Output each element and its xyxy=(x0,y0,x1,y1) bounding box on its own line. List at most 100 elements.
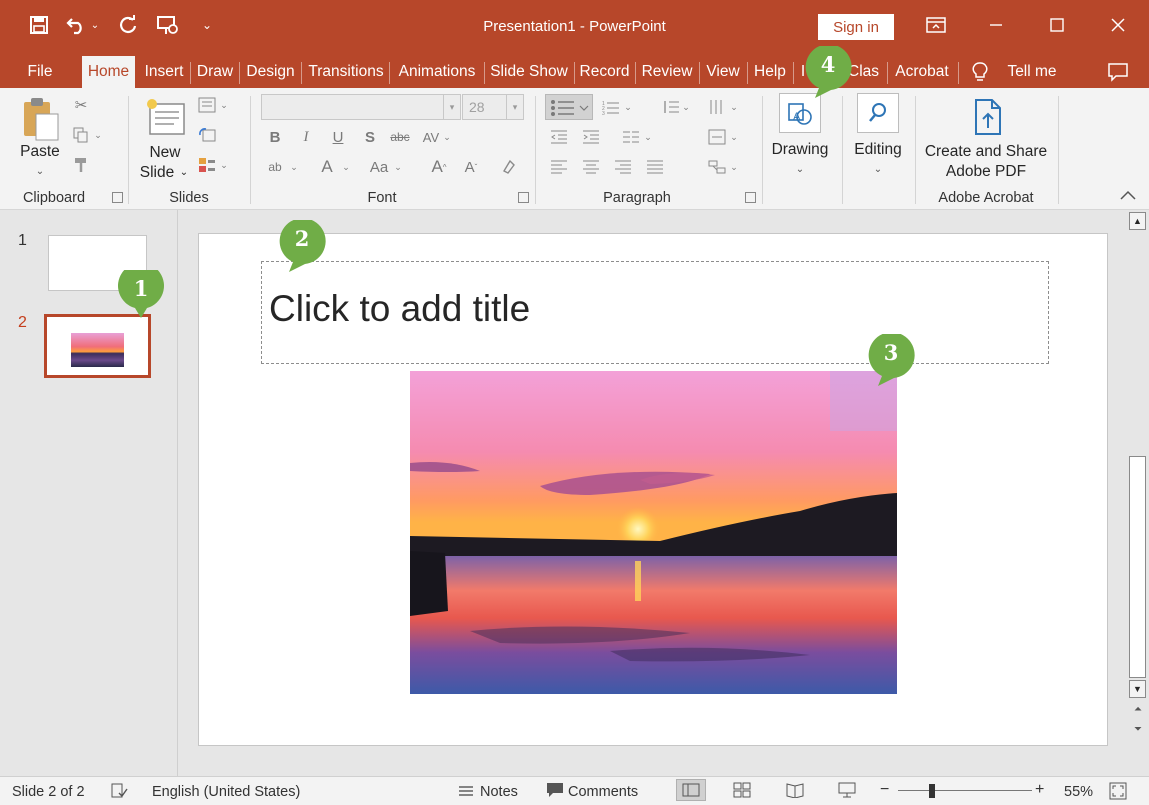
zoom-slider-track[interactable] xyxy=(898,790,1032,791)
section-dropdown-icon[interactable]: ⌄ xyxy=(218,154,230,176)
copy-dropdown-icon[interactable]: ⌄ xyxy=(92,124,104,146)
smartart-dropdown-icon[interactable]: ⌄ xyxy=(728,156,740,178)
new-slide-icon[interactable] xyxy=(144,96,186,140)
vertical-scrollbar[interactable]: ▲ ▼ ⏶ ⏷ xyxy=(1127,210,1149,776)
copy-icon[interactable] xyxy=(70,124,92,146)
minimize-icon[interactable] xyxy=(981,10,1011,40)
layout-dropdown-icon[interactable]: ⌄ xyxy=(218,94,230,116)
previous-slide-icon[interactable]: ⏶ xyxy=(1131,704,1145,720)
new-slide-label-2[interactable]: Slide xyxy=(134,163,180,183)
line-spacing-dropdown-icon[interactable]: ⌄ xyxy=(680,96,692,118)
zoom-out-icon[interactable]: − xyxy=(880,781,889,799)
font-color-icon[interactable]: A xyxy=(316,156,338,178)
paste-dropdown-icon[interactable]: ⌄ xyxy=(16,162,64,182)
comments-icon[interactable] xyxy=(546,782,564,802)
line-spacing-icon[interactable] xyxy=(660,96,682,118)
underline-icon[interactable]: U xyxy=(327,126,349,148)
slide[interactable]: Click to add title xyxy=(198,233,1108,746)
columns-dropdown-icon[interactable]: ⌄ xyxy=(642,126,654,148)
ribbon-display-options-icon[interactable] xyxy=(921,10,951,40)
font-launcher-icon[interactable] xyxy=(518,192,529,203)
comments-button[interactable]: Comments xyxy=(568,784,638,800)
font-size-combo[interactable]: 28 ▾ xyxy=(462,94,524,120)
tab-insert[interactable]: Insert xyxy=(140,56,188,88)
tab-transitions[interactable]: Transitions xyxy=(305,56,387,88)
next-slide-icon[interactable]: ⏷ xyxy=(1131,724,1145,740)
paste-icon[interactable] xyxy=(20,96,62,144)
align-center-icon[interactable] xyxy=(580,156,602,178)
justify-icon[interactable] xyxy=(644,156,666,178)
chevron-down-icon[interactable]: ▾ xyxy=(443,95,460,119)
notes-icon[interactable] xyxy=(458,783,474,803)
scroll-thumb[interactable] xyxy=(1129,456,1146,678)
create-share-label-2[interactable]: Adobe PDF xyxy=(920,162,1052,182)
sign-in-button[interactable]: Sign in xyxy=(818,14,894,40)
sunset-photo[interactable] xyxy=(410,371,897,694)
layout-icon[interactable] xyxy=(196,94,218,116)
decrease-indent-icon[interactable] xyxy=(548,126,570,148)
undo-dropdown-icon[interactable]: ⌄ xyxy=(88,12,102,38)
character-spacing-icon[interactable]: AV xyxy=(420,126,442,148)
fit-to-window-icon[interactable] xyxy=(1109,782,1127,804)
zoom-level[interactable]: 55% xyxy=(1064,784,1093,800)
change-case-dropdown-icon[interactable]: ⌄ xyxy=(392,156,404,178)
notes-button[interactable]: Notes xyxy=(480,784,518,800)
tab-animations[interactable]: Animations xyxy=(393,56,481,88)
text-shadow-icon[interactable]: S xyxy=(359,126,381,148)
clipboard-launcher-icon[interactable] xyxy=(112,192,123,203)
accessibility-icon[interactable] xyxy=(110,782,128,804)
customize-qat-icon[interactable]: ⌄ xyxy=(194,12,220,38)
slide-show-icon[interactable] xyxy=(838,782,856,802)
italic-icon[interactable]: I xyxy=(295,126,317,148)
maximize-icon[interactable] xyxy=(1042,10,1072,40)
collapse-ribbon-icon[interactable] xyxy=(1118,188,1138,204)
character-spacing-dropdown-icon[interactable]: ⌄ xyxy=(441,126,453,148)
new-slide-dropdown-icon[interactable]: ⌄ xyxy=(178,163,190,183)
columns-icon[interactable] xyxy=(620,126,642,148)
slide-count[interactable]: Slide 2 of 2 xyxy=(12,784,85,800)
lightbulb-icon[interactable] xyxy=(968,56,992,88)
reset-slide-icon[interactable] xyxy=(196,124,218,146)
tell-me-search[interactable]: Tell me xyxy=(1000,56,1064,88)
language-indicator[interactable]: English (United States) xyxy=(152,784,300,800)
editing-icon[interactable] xyxy=(857,93,899,133)
tab-acrobat[interactable]: Acrobat xyxy=(891,56,953,88)
present-from-start-icon[interactable] xyxy=(155,12,181,38)
undo-icon[interactable] xyxy=(64,12,90,38)
increase-font-size-icon[interactable]: A ^ xyxy=(428,156,450,178)
editing-dropdown-icon[interactable]: ⌄ xyxy=(846,160,910,180)
redo-icon[interactable] xyxy=(115,12,141,38)
chevron-down-icon[interactable]: ▾ xyxy=(506,95,523,119)
scroll-down-icon[interactable]: ▼ xyxy=(1129,680,1146,698)
scroll-up-icon[interactable]: ▲ xyxy=(1129,212,1146,230)
numbering-icon[interactable]: 123 xyxy=(600,96,622,118)
create-pdf-icon[interactable] xyxy=(970,98,1006,138)
new-slide-label-1[interactable]: New xyxy=(140,143,190,163)
editing-button[interactable]: Editing xyxy=(846,140,910,160)
highlight-dropdown-icon[interactable]: ⌄ xyxy=(288,156,300,178)
slide-sorter-icon[interactable] xyxy=(733,782,751,802)
text-highlight-icon[interactable]: ab xyxy=(264,156,286,178)
paragraph-launcher-icon[interactable] xyxy=(745,192,756,203)
change-case-icon[interactable]: Aa xyxy=(366,156,392,178)
zoom-in-icon[interactable]: + xyxy=(1035,781,1044,799)
tab-record[interactable]: Record xyxy=(577,56,632,88)
tab-review[interactable]: Review xyxy=(638,56,696,88)
numbering-dropdown-icon[interactable]: ⌄ xyxy=(622,96,634,118)
section-icon[interactable] xyxy=(196,154,218,176)
text-direction-dropdown-icon[interactable]: ⌄ xyxy=(728,96,740,118)
strikethrough-icon[interactable]: abc xyxy=(389,126,411,148)
title-placeholder-text[interactable]: Click to add title xyxy=(269,288,530,330)
font-color-dropdown-icon[interactable]: ⌄ xyxy=(340,156,352,178)
tab-view[interactable]: View xyxy=(702,56,744,88)
align-right-icon[interactable] xyxy=(612,156,634,178)
close-icon[interactable] xyxy=(1103,10,1133,40)
tab-slide-show[interactable]: Slide Show xyxy=(487,56,571,88)
tab-draw[interactable]: Draw xyxy=(194,56,236,88)
tab-class[interactable]: Clas xyxy=(848,56,884,88)
bullets-button[interactable] xyxy=(545,94,593,120)
font-name-combo[interactable]: ▾ xyxy=(261,94,461,120)
clear-formatting-icon[interactable] xyxy=(497,156,519,178)
comments-panel-icon[interactable] xyxy=(1104,56,1132,88)
convert-to-smartart-icon[interactable] xyxy=(706,156,728,178)
